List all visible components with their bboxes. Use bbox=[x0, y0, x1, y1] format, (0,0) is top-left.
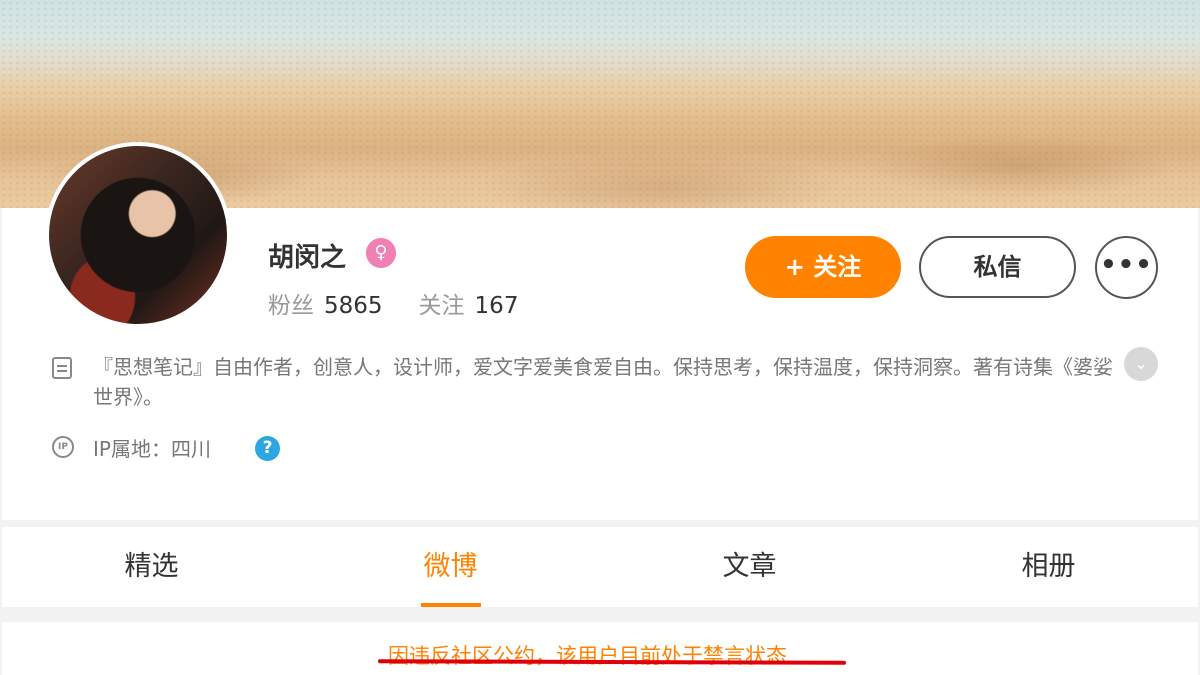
message-button[interactable]: 私信 bbox=[919, 236, 1076, 298]
document-icon bbox=[52, 357, 72, 379]
more-button[interactable]: ••• bbox=[1095, 236, 1158, 299]
avatar[interactable] bbox=[45, 142, 231, 328]
follow-button[interactable]: + 关注 bbox=[745, 236, 901, 298]
ip-location: IP属地：四川 bbox=[93, 437, 211, 461]
bio-text: 『思想笔记』自由作者，创意人，设计师，爱文字爱美食爱自由。保持思考，保持温度，保… bbox=[93, 355, 1113, 409]
tab-featured[interactable]: 精选 bbox=[2, 527, 301, 607]
fans-label[interactable]: 粉丝 bbox=[268, 293, 314, 319]
following-label[interactable]: 关注 bbox=[419, 293, 465, 319]
profile-page: 胡闵之 ♀ 粉丝 5865 关注 167 + 关注 私信 ••• 『思想笔记』自由作者… bbox=[0, 0, 1200, 675]
ban-notice: 因违反社区公约，该用户目前处于禁言状态 bbox=[388, 644, 787, 668]
profile-name: 胡闵之 bbox=[268, 243, 347, 273]
stats: 粉丝 5865 关注 167 bbox=[268, 286, 518, 320]
fans-count[interactable]: 5865 bbox=[324, 293, 383, 319]
tab-weibo[interactable]: 微博 bbox=[301, 527, 600, 607]
help-icon[interactable]: ? bbox=[255, 436, 280, 461]
tab-articles[interactable]: 文章 bbox=[600, 527, 899, 607]
ip-icon: IP bbox=[52, 436, 74, 458]
following-count[interactable]: 167 bbox=[475, 293, 519, 319]
tab-album[interactable]: 相册 bbox=[899, 527, 1198, 607]
chevron-down-icon[interactable]: ⌄ bbox=[1124, 347, 1158, 381]
female-icon: ♀ bbox=[366, 238, 396, 268]
tab-bar: 精选 微博 文章 相册 bbox=[2, 527, 1198, 607]
